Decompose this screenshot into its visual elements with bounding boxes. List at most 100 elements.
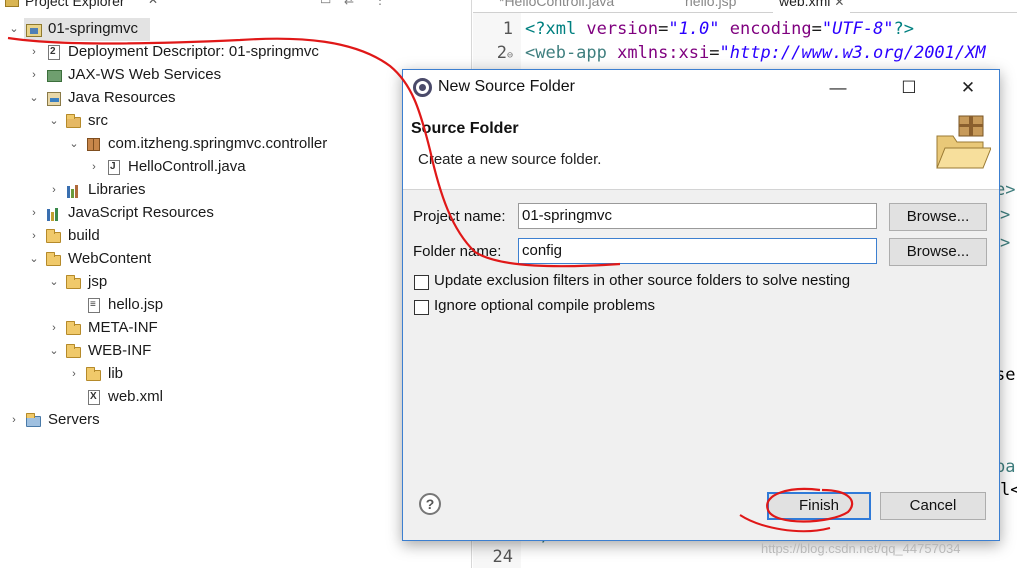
tab-label: *HelloControll.java	[499, 0, 615, 9]
finish-button[interactable]: Finish	[767, 492, 871, 520]
tree-item-hellocontroll[interactable]: › J HelloControll.java	[92, 156, 264, 179]
tree-item-label: com.itzheng.springmvc.controller	[108, 135, 328, 152]
explorer-title[interactable]: Project Explorer	[25, 0, 125, 9]
jsp-file-icon: ≡	[86, 298, 102, 314]
watermark: https://blog.csdn.net/qq_44757034	[761, 541, 961, 556]
tree-item-label: hello.jsp	[108, 296, 164, 313]
chevron-down-icon[interactable]: ⌄	[48, 271, 60, 294]
chevron-down-icon[interactable]: ⌄	[48, 110, 60, 133]
code-token: =	[658, 19, 669, 39]
tree-item-label: JavaScript Resources	[68, 204, 214, 221]
close-icon[interactable]: ✕	[834, 0, 844, 9]
tree-item-label: WEB-INF	[88, 342, 152, 359]
chevron-right-icon[interactable]: ›	[28, 41, 40, 64]
tab-label: web.xml	[779, 0, 831, 9]
tree-item-label: 01-springmvc	[48, 20, 139, 37]
folder-name-field[interactable]: config	[518, 238, 877, 264]
tree-item-hello-jsp[interactable]: ≡ hello.jsp	[84, 294, 184, 317]
tree-item-src[interactable]: ⌄ src	[49, 110, 124, 133]
tree-item-webcontent[interactable]: ⌄ WebContent	[29, 248, 174, 271]
servers-folder-icon	[26, 413, 42, 429]
browse-folder-button[interactable]: Browse...	[889, 238, 987, 266]
tree-item-jaxws[interactable]: › JAX-WS Web Services	[32, 64, 244, 87]
code-token: =	[709, 43, 720, 63]
close-button[interactable]: ✕	[945, 70, 991, 106]
line-number: 24	[492, 547, 513, 567]
checkbox-label: Update exclusion filters in other source…	[434, 272, 851, 289]
editor-tab-bar: *HelloControll.java hello.jsp web.xml ✕	[473, 0, 1017, 13]
cancel-button[interactable]: Cancel	[880, 492, 986, 520]
project-name-field[interactable]: 01-springmvc	[518, 203, 877, 229]
chevron-right-icon[interactable]: ›	[28, 64, 40, 87]
chevron-right-icon[interactable]: ›	[68, 363, 80, 386]
banner-title: Source Folder	[411, 120, 519, 137]
xml-file-icon: X	[86, 390, 102, 406]
code-token: "UTF-8"	[821, 19, 894, 39]
ignore-compile-problems-checkbox[interactable]: Ignore optional compile problems	[414, 297, 694, 317]
tab-hello-jsp[interactable]: hello.jsp	[679, 0, 742, 13]
tree-item-label: src	[88, 112, 108, 129]
chevron-right-icon[interactable]: ›	[28, 202, 40, 225]
tree-item-label: JAX-WS Web Services	[68, 66, 222, 83]
code-token: "1.0"	[668, 19, 720, 39]
tree-item-web-xml[interactable]: X web.xml	[84, 386, 184, 409]
update-exclusion-filters-checkbox[interactable]: Update exclusion filters in other source…	[414, 272, 894, 292]
new-source-folder-dialog: New Source Folder — ☐ ✕ Source Folder Cr…	[402, 69, 1000, 541]
link-editor-icon[interactable]: ⇄	[344, 0, 354, 7]
code-token: version	[586, 19, 659, 39]
tab-web-xml[interactable]: web.xml ✕	[773, 0, 851, 13]
tree-item-deployment-descriptor[interactable]: › 2 Deployment Descriptor: 01-springmvc	[32, 41, 364, 64]
view-menu-icon[interactable]: ⋮	[374, 0, 386, 7]
chevron-down-icon[interactable]: ⌄	[28, 87, 40, 110]
deployment-descriptor-icon: 2	[46, 45, 62, 61]
tree-item-libraries[interactable]: › Libraries	[52, 179, 164, 202]
chevron-right-icon[interactable]: ›	[48, 179, 60, 202]
tree-item-lib[interactable]: › lib	[72, 363, 144, 386]
chevron-right-icon[interactable]: ›	[28, 225, 40, 248]
tree-item-java-resources[interactable]: ⌄ Java Resources	[29, 87, 204, 110]
maximize-button[interactable]: ☐	[886, 70, 932, 106]
chevron-right-icon[interactable]: ›	[48, 317, 60, 340]
code-fragment: l<	[1000, 480, 1017, 500]
tree-item-jsp[interactable]: ⌄ jsp	[49, 271, 124, 294]
tree-item-web-inf[interactable]: ⌄ WEB-INF	[49, 340, 164, 363]
chevron-down-icon[interactable]: ⌄	[28, 248, 40, 271]
line-number-text: 2	[496, 43, 507, 63]
tab-label: hello.jsp	[685, 0, 737, 9]
chevron-down-icon[interactable]: ⌄	[68, 133, 80, 156]
help-icon[interactable]: ?	[419, 493, 441, 515]
source-folder-wizard-icon	[936, 115, 991, 169]
tree-item-build[interactable]: › build	[32, 225, 124, 248]
collapse-all-icon[interactable]: ▭	[320, 0, 331, 7]
chevron-right-icon[interactable]: ›	[8, 409, 20, 432]
code-token: xmlns:xsi	[617, 43, 710, 63]
dialog-banner: Source Folder Create a new source folder…	[403, 106, 999, 190]
code-fragment: >	[1000, 205, 1011, 225]
minimize-button[interactable]: —	[815, 70, 861, 106]
chevron-down-icon[interactable]: ⌄	[8, 18, 20, 41]
fold-icon[interactable]: ⊖	[507, 50, 513, 61]
dialog-titlebar[interactable]: New Source Folder — ☐ ✕	[403, 70, 999, 106]
tree-item-package[interactable]: ⌄ com.itzheng.springmvc.controller	[69, 133, 364, 156]
checkbox-box[interactable]	[414, 275, 429, 290]
tree-item-meta-inf[interactable]: › META-INF	[52, 317, 174, 340]
chevron-right-icon[interactable]: ›	[88, 156, 100, 179]
code-token: <?xml	[525, 19, 587, 39]
tree-item-javascript-resources[interactable]: › JavaScript Resources	[32, 202, 244, 225]
tree-item-label: web.xml	[108, 388, 164, 405]
tree-item-label: build	[68, 227, 100, 244]
tree-item-label: WebContent	[68, 250, 152, 267]
tab-hellocontroll-java[interactable]: *HelloControll.java	[493, 0, 620, 13]
browse-project-button[interactable]: Browse...	[889, 203, 987, 231]
tree-item-label: Deployment Descriptor: 01-springmvc	[68, 43, 319, 60]
close-icon[interactable]: ✕	[148, 0, 158, 7]
package-icon	[86, 137, 102, 153]
checkbox-box[interactable]	[414, 300, 429, 315]
tree-item-servers[interactable]: › Servers	[12, 409, 114, 432]
project-explorer-icon	[5, 0, 19, 7]
line-number: 2⊖	[497, 43, 513, 63]
tree-item-label: Servers	[48, 411, 100, 428]
chevron-down-icon[interactable]: ⌄	[48, 340, 60, 363]
tree-item-label: lib	[108, 365, 124, 382]
tree-item-project[interactable]: ⌄ 01-springmvc	[9, 18, 150, 41]
